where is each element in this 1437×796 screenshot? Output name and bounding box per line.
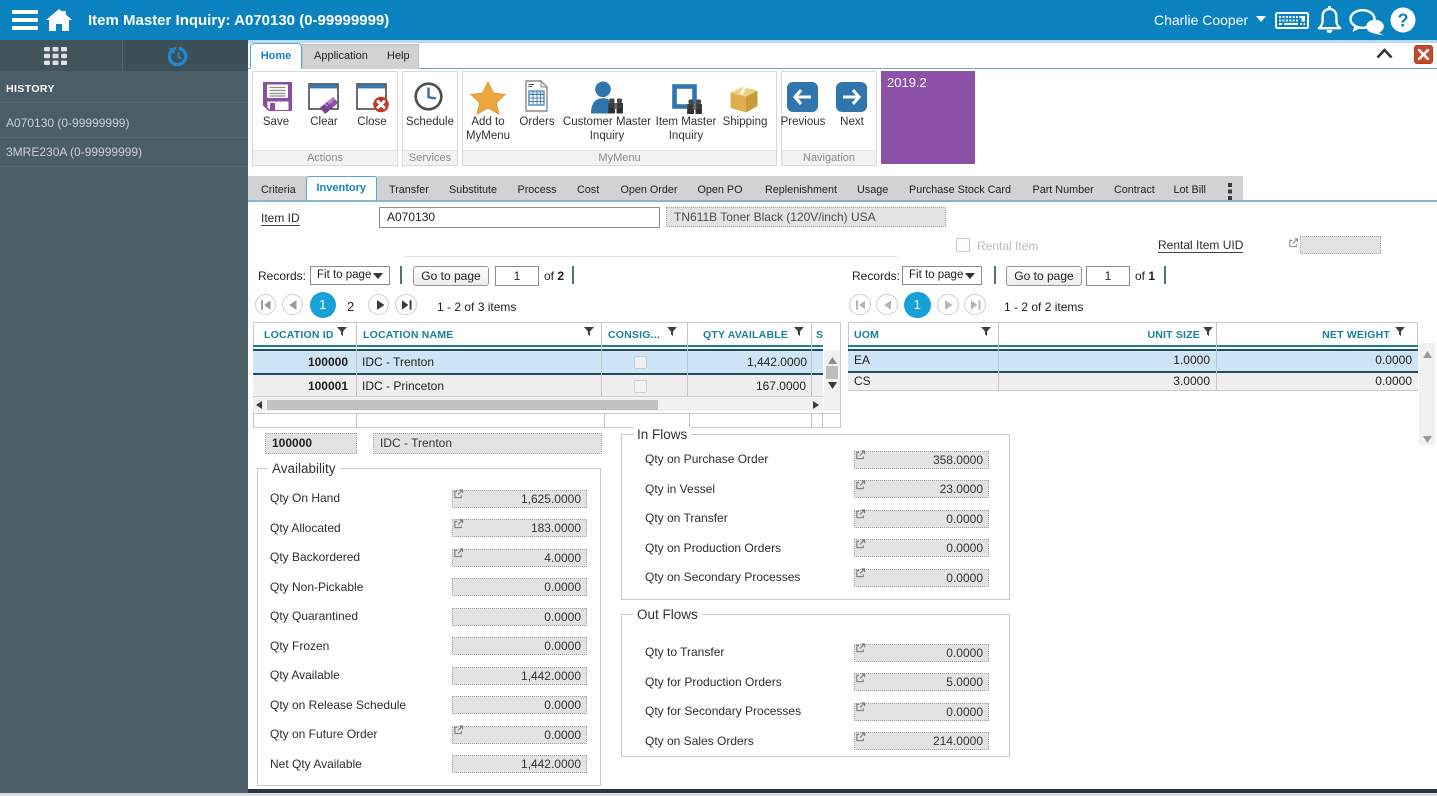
svg-text:?: ? (1398, 11, 1409, 31)
